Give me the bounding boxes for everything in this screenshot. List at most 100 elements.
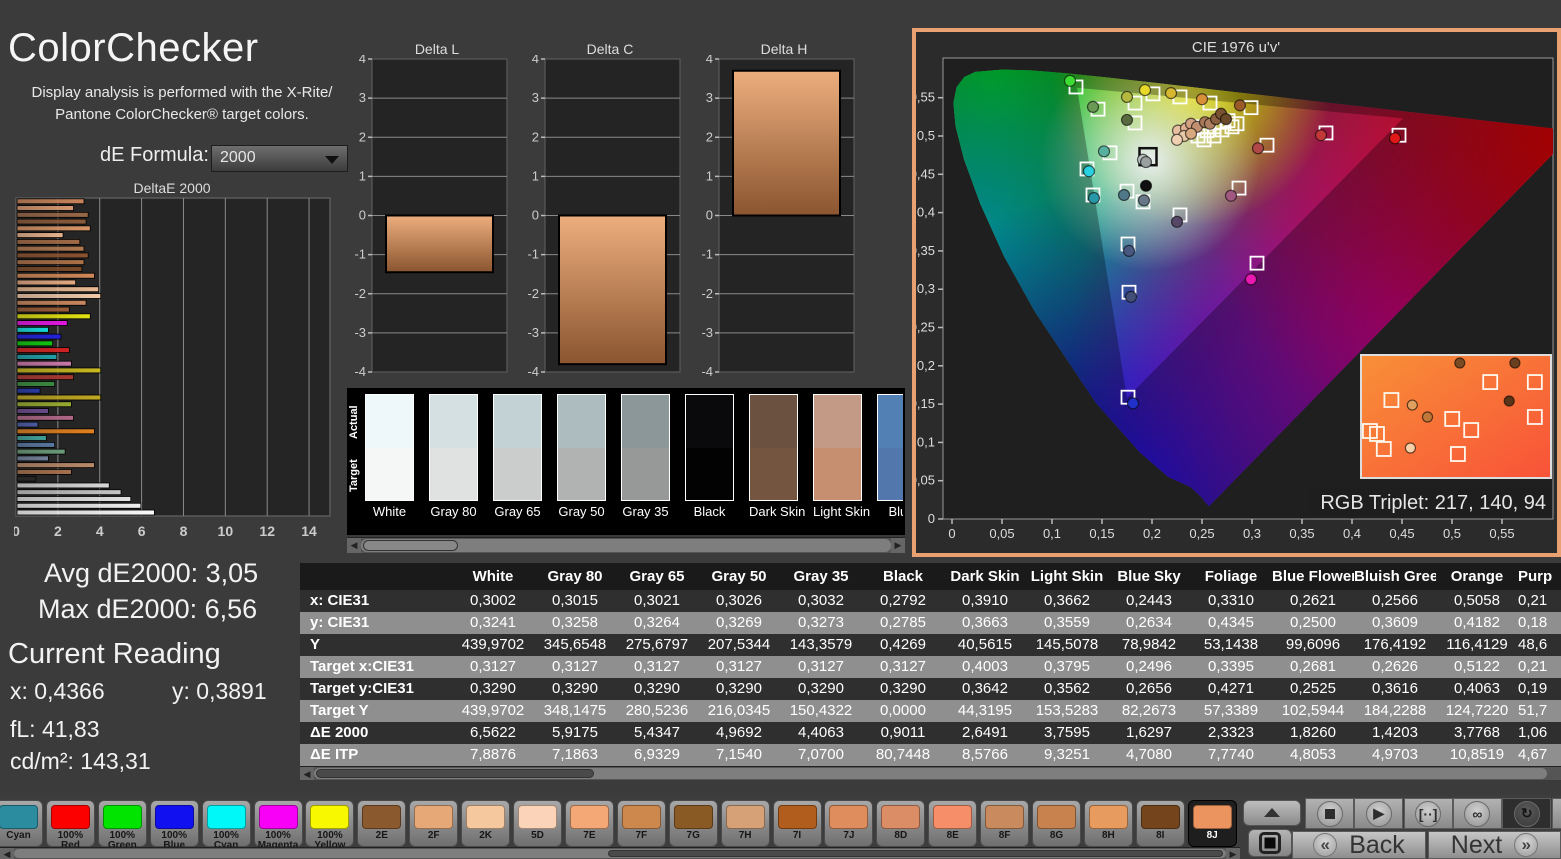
swatch-label: Blue (877, 504, 903, 519)
swatch-blue[interactable]: Blue (877, 394, 903, 522)
pattern-tile-7e[interactable]: 7E (565, 800, 614, 847)
svg-text:1: 1 (706, 168, 713, 183)
table-cell: 0,3290 (698, 678, 780, 700)
swatch-light-skin[interactable]: Light Skin (813, 394, 862, 522)
pattern-tile-2k[interactable]: 2K (461, 800, 510, 847)
back-button-label: Back (1349, 831, 1405, 859)
back-button[interactable]: « Back (1292, 831, 1426, 859)
pattern-tile-8d[interactable]: 8D (876, 800, 925, 847)
deltae-bar (17, 321, 67, 326)
table-cell: 0,3127 (862, 656, 944, 678)
swatch-actual (878, 395, 903, 448)
svg-text:2: 2 (54, 523, 62, 539)
svg-text:-4: -4 (354, 364, 366, 379)
pattern-tile-7i[interactable]: 7I (773, 800, 822, 847)
bracket-button[interactable]: [··] (1404, 798, 1453, 829)
table-cell-partial: 51,7 (1518, 700, 1561, 722)
table-row: Y439,9702345,6548275,6797207,5344143,357… (300, 634, 1561, 656)
pattern-tile-8h[interactable]: 8H (1084, 800, 1133, 847)
swatch-block (685, 394, 734, 501)
scroll-left-icon[interactable]: ◀ (347, 538, 361, 553)
table-cell: 8,5766 (944, 744, 1026, 766)
pattern-swatch (362, 805, 401, 829)
scroll-left-icon[interactable]: ◀ (0, 848, 14, 859)
swatch-gray-35[interactable]: Gray 35 (621, 394, 670, 522)
pattern-tile-7g[interactable]: 7G (669, 800, 718, 847)
swatch-label: White (365, 504, 414, 519)
pattern-tile-8e[interactable]: 8E (928, 800, 977, 847)
infinity-button[interactable]: ∞ (1453, 798, 1502, 829)
table-cell: 2,3323 (1190, 722, 1272, 744)
pattern-swatch (414, 805, 453, 829)
pattern-tile-100magenta[interactable]: 100% Magenta (254, 800, 303, 847)
delta-l-svg: 43210-1-2-3-4 (350, 55, 510, 385)
pattern-tile-100green[interactable]: 100% Green (98, 800, 147, 847)
scroll-right-icon[interactable]: ▶ (1226, 848, 1240, 859)
pattern-scrollbar[interactable]: ◀ ▶ (0, 847, 1240, 859)
table-cell: 1,4203 (1354, 722, 1436, 744)
swatch-block (621, 394, 670, 501)
table-cell: 439,9702 (452, 700, 534, 722)
deltae-chart-svg: 02468101214 (14, 196, 346, 544)
swatch-label: Dark Skin (749, 504, 798, 519)
svg-text:0,1: 0,1 (1043, 526, 1061, 541)
swatch-dark-skin[interactable]: Dark Skin (749, 394, 798, 522)
svg-text:0,55: 0,55 (916, 90, 935, 105)
refresh-button[interactable]: ↻ (1502, 798, 1551, 829)
svg-text:-3: -3 (527, 325, 539, 340)
current-fl: fL: 41,83 (10, 716, 100, 743)
svg-text:4: 4 (532, 55, 539, 66)
pattern-tile-2e[interactable]: 2E (357, 800, 406, 847)
pattern-tile-8g[interactable]: 8G (1032, 800, 1081, 847)
cie-measured-dot (1099, 146, 1110, 157)
stop-button[interactable] (1305, 798, 1354, 829)
pattern-swatch (51, 805, 90, 829)
swatch-white[interactable]: White (365, 394, 414, 522)
swatch-black[interactable]: Black (685, 394, 734, 522)
scroll-right-icon[interactable]: ▶ (891, 538, 905, 553)
table-scroll-thumb[interactable] (316, 769, 594, 778)
pager-up-button[interactable] (1243, 800, 1301, 826)
de-formula-dropdown[interactable]: 2000 (211, 145, 348, 172)
pattern-tile-7f[interactable]: 7F (617, 800, 666, 847)
swatch-gray-80[interactable]: Gray 80 (429, 394, 478, 522)
svg-text:0,5: 0,5 (1443, 526, 1461, 541)
pattern-window-button[interactable] (1248, 829, 1292, 857)
play-button[interactable]: ▶ (1354, 798, 1403, 829)
pattern-tile-100yellow[interactable]: 100% Yellow (305, 800, 354, 847)
table-cell: 0,9011 (862, 722, 944, 744)
pattern-tile-8i[interactable]: 8I (1136, 800, 1185, 847)
swatch-scrollbar[interactable]: ◀ ▶ (347, 537, 905, 553)
pattern-tile-100cyan[interactable]: 100% Cyan (202, 800, 251, 847)
blank-button[interactable] (1552, 798, 1561, 829)
cie-measured-dot (1141, 180, 1152, 191)
swatch-gray-65[interactable]: Gray 65 (493, 394, 542, 522)
svg-text:0,45: 0,45 (916, 166, 935, 181)
pattern-tile-7j[interactable]: 7J (824, 800, 873, 847)
swatch-gray-50[interactable]: Gray 50 (557, 394, 606, 522)
next-button[interactable]: Next » (1428, 831, 1561, 859)
cie-measured-dot (1221, 114, 1232, 125)
table-scrollbar[interactable]: ◀ (300, 766, 1561, 780)
current-x: x: 0,4366 (10, 678, 105, 705)
pattern-tile-8j[interactable]: 8J (1188, 800, 1237, 847)
scroll-left-icon[interactable]: ◀ (300, 767, 314, 780)
swatch-scroll-thumb[interactable] (363, 540, 458, 551)
svg-text:1: 1 (359, 168, 366, 183)
table-cell: 0,3910 (944, 590, 1026, 612)
pattern-tile-7h[interactable]: 7H (721, 800, 770, 847)
pattern-scroll-thumb[interactable] (608, 850, 1223, 857)
pattern-tile-100red[interactable]: 100% Red (46, 800, 95, 847)
pattern-tile-cyan[interactable]: Cyan (0, 800, 43, 847)
infinity-icon: ∞ (1464, 801, 1490, 827)
deltae-bar (17, 239, 80, 244)
table-cell: 1,8260 (1272, 722, 1354, 744)
pattern-tile-5d[interactable]: 5D (513, 800, 562, 847)
de-formula-label: dE Formula: (100, 144, 209, 172)
pattern-tile-100blue[interactable]: 100% Blue (150, 800, 199, 847)
table-cell: 0,3290 (534, 678, 616, 700)
table-col-header: Black (862, 563, 944, 590)
pattern-tile-2f[interactable]: 2F (409, 800, 458, 847)
table-cell: 0,3795 (1026, 656, 1108, 678)
pattern-tile-8f[interactable]: 8F (980, 800, 1029, 847)
